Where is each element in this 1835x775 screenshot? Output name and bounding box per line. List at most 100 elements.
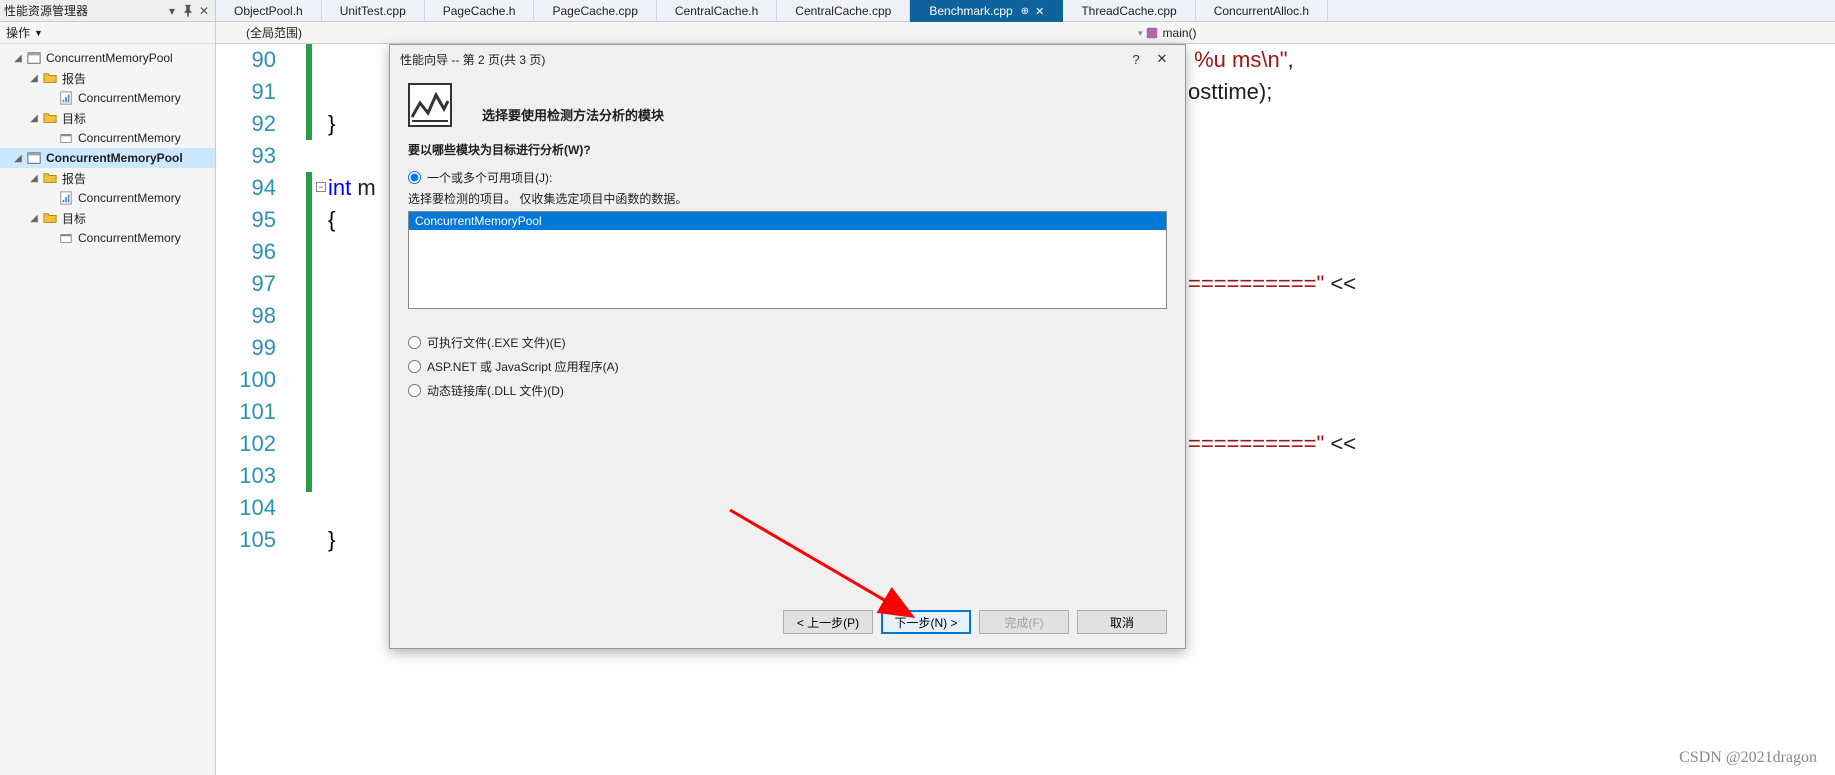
project-list[interactable]: ConcurrentMemoryPool	[408, 211, 1167, 309]
tree-target-item[interactable]: ConcurrentMemory	[0, 128, 215, 148]
dialog-titlebar[interactable]: 性能向导 -- 第 2 页(共 3 页) ? ✕	[390, 45, 1185, 73]
collapse-icon[interactable]: ◢	[12, 53, 24, 64]
line-number: 94	[216, 172, 276, 204]
tree-root-item-selected[interactable]: ◢ ConcurrentMemoryPool	[0, 148, 215, 168]
collapse-icon[interactable]: ◢	[28, 213, 40, 224]
dropdown-arrow-icon: ▾	[1138, 28, 1143, 39]
collapse-icon[interactable]: ◢	[28, 73, 40, 84]
radio-input[interactable]	[408, 336, 421, 349]
dialog-header: 选择要使用检测方法分析的模块	[390, 73, 1185, 127]
tree-report-item[interactable]: ConcurrentMemory	[0, 88, 215, 108]
tab-objectpool[interactable]: ObjectPool.h	[216, 0, 322, 22]
function-dropdown[interactable]: ▾ main()	[1136, 22, 1197, 44]
pin-icon[interactable]	[181, 4, 195, 18]
line-number: 105	[216, 524, 276, 556]
close-tab-icon[interactable]: ✕	[1035, 5, 1044, 18]
dialog-buttons: < 上一步(P) 下一步(N) > 完成(F) 取消	[783, 610, 1167, 634]
folder-icon	[42, 110, 58, 126]
radio-input[interactable]	[408, 171, 421, 184]
explorer-tree: ◢ ConcurrentMemoryPool ◢ 报告 ConcurrentMe…	[0, 44, 215, 252]
tab-pagecache-cpp[interactable]: PageCache.cpp	[534, 0, 656, 22]
radio-available-projects[interactable]: 一个或多个可用项目(J):	[408, 166, 1167, 188]
scope-value: (全局范围)	[246, 26, 302, 40]
line-number: 102	[216, 428, 276, 460]
watermark: CSDN @2021dragon	[1679, 749, 1817, 767]
tree-label: ConcurrentMemoryPool	[44, 51, 173, 65]
report-icon	[58, 190, 74, 206]
tree-label: 目标	[60, 110, 86, 127]
tab-label: PageCache.cpp	[552, 4, 637, 18]
dialog-question: 要以哪些模块为目标进行分析(W)?	[408, 141, 1167, 158]
code-text: osttime);	[1188, 79, 1272, 104]
tab-label: CentralCache.h	[675, 4, 758, 18]
line-number: 103	[216, 460, 276, 492]
tab-pagecache-h[interactable]: PageCache.h	[425, 0, 535, 22]
panel-titlebar: 性能资源管理器 ▾ ✕	[0, 0, 215, 22]
folder-icon	[42, 170, 58, 186]
tab-benchmark[interactable]: Benchmark.cpp ⊕ ✕	[910, 0, 1063, 22]
line-number: 95	[216, 204, 276, 236]
tab-unittest[interactable]: UnitTest.cpp	[322, 0, 425, 22]
panel-title: 性能资源管理器	[4, 2, 165, 19]
dialog-subtitle: 选择要使用检测方法分析的模块	[482, 87, 664, 124]
radio-input[interactable]	[408, 384, 421, 397]
radio-aspnet[interactable]: ASP.NET 或 JavaScript 应用程序(A)	[408, 355, 1167, 377]
tab-centralcache-cpp[interactable]: CentralCache.cpp	[777, 0, 910, 22]
operations-dropdown[interactable]: 操作 ▼	[0, 22, 215, 44]
project-list-item[interactable]: ConcurrentMemoryPool	[409, 212, 1166, 230]
tree-root-item[interactable]: ◢ ConcurrentMemoryPool	[0, 48, 215, 68]
cancel-button[interactable]: 取消	[1077, 610, 1167, 634]
radio-label: ASP.NET 或 JavaScript 应用程序(A)	[427, 358, 619, 375]
tree-label: ConcurrentMemory	[76, 231, 181, 245]
close-icon[interactable]: ✕	[1149, 49, 1175, 69]
tree-report-item[interactable]: ConcurrentMemory	[0, 188, 215, 208]
outline-collapse-icon[interactable]: −	[316, 182, 326, 192]
line-number: 92	[216, 108, 276, 140]
dropdown-icon[interactable]: ▾	[165, 4, 179, 18]
radio-executable[interactable]: 可执行文件(.EXE 文件)(E)	[408, 331, 1167, 353]
finish-button: 完成(F)	[979, 610, 1069, 634]
close-panel-icon[interactable]: ✕	[197, 4, 211, 18]
tab-label: Benchmark.cpp	[929, 4, 1012, 18]
report-icon	[58, 90, 74, 106]
next-button[interactable]: 下一步(N) >	[881, 610, 971, 634]
dialog-note: 选择要检测的项目。 仅收集选定项目中函数的数据。	[408, 190, 1167, 207]
radio-dll[interactable]: 动态链接库(.DLL 文件)(D)	[408, 379, 1167, 401]
line-number: 98	[216, 300, 276, 332]
tab-concurrentalloc[interactable]: ConcurrentAlloc.h	[1196, 0, 1328, 22]
project-icon	[26, 50, 42, 66]
previous-button[interactable]: < 上一步(P)	[783, 610, 873, 634]
scope-dropdown[interactable]: (全局范围)	[240, 24, 308, 41]
target-icon	[58, 130, 74, 146]
help-icon[interactable]: ?	[1123, 49, 1149, 69]
line-number: 91	[216, 76, 276, 108]
tab-threadcache[interactable]: ThreadCache.cpp	[1063, 0, 1195, 22]
code-keyword: int	[328, 175, 357, 200]
radio-label: 一个或多个可用项目(J):	[427, 169, 552, 186]
line-number: 101	[216, 396, 276, 428]
tree-label: ConcurrentMemory	[76, 131, 181, 145]
tree-folder-reports[interactable]: ◢ 报告	[0, 168, 215, 188]
line-number: 104	[216, 492, 276, 524]
dialog-body: 要以哪些模块为目标进行分析(W)? 一个或多个可用项目(J): 选择要检测的项目…	[390, 127, 1185, 401]
collapse-icon[interactable]: ◢	[28, 113, 40, 124]
function-value: main()	[1163, 26, 1197, 40]
tree-target-item[interactable]: ConcurrentMemory	[0, 228, 215, 248]
tab-label: CentralCache.cpp	[795, 4, 891, 18]
tab-centralcache-h[interactable]: CentralCache.h	[657, 0, 777, 22]
tree-folder-targets[interactable]: ◢ 目标	[0, 108, 215, 128]
tree-folder-targets[interactable]: ◢ 目标	[0, 208, 215, 228]
radio-input[interactable]	[408, 360, 421, 373]
tree-label: ConcurrentMemory	[76, 191, 181, 205]
code-text: m	[357, 175, 375, 200]
collapse-icon[interactable]: ◢	[28, 173, 40, 184]
tree-folder-reports[interactable]: ◢ 报告	[0, 68, 215, 88]
project-icon	[26, 150, 42, 166]
tab-label: ConcurrentAlloc.h	[1214, 4, 1309, 18]
change-indicator	[306, 44, 312, 140]
tree-label: ConcurrentMemoryPool	[44, 151, 183, 165]
pin-icon[interactable]: ⊕	[1021, 6, 1029, 17]
collapse-icon[interactable]: ◢	[12, 153, 24, 164]
code-brace: {	[328, 207, 335, 232]
profiler-icon	[408, 83, 452, 127]
